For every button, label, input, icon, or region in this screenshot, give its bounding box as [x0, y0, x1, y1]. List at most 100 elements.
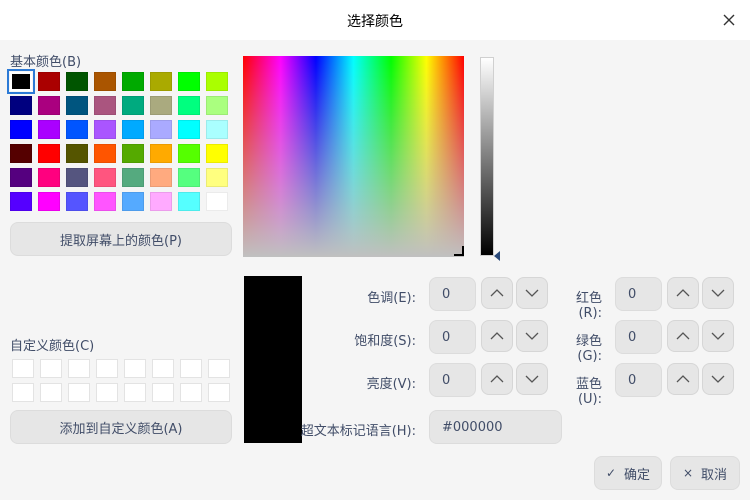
chevron-up-icon [676, 332, 690, 340]
blue-up-button[interactable] [667, 363, 699, 395]
basic-color-swatch[interactable] [178, 120, 200, 139]
basic-color-swatch[interactable] [10, 144, 32, 163]
add-custom-color-button[interactable]: 添加到自定义颜色(A) [10, 410, 232, 444]
custom-color-swatch[interactable] [208, 383, 230, 402]
custom-color-swatch[interactable] [208, 359, 230, 378]
basic-color-swatch[interactable] [10, 168, 32, 187]
basic-color-swatch[interactable] [10, 120, 32, 139]
basic-color-swatch[interactable] [66, 168, 88, 187]
basic-color-swatch[interactable] [150, 120, 172, 139]
basic-color-swatch[interactable] [94, 96, 116, 115]
basic-color-swatch[interactable] [150, 72, 172, 91]
basic-color-swatch[interactable] [178, 72, 200, 91]
basic-color-swatch[interactable] [66, 144, 88, 163]
basic-color-swatch[interactable] [66, 120, 88, 139]
close-button[interactable] [718, 9, 740, 31]
hue-input[interactable]: 0 [429, 277, 476, 311]
chevron-down-icon [711, 332, 725, 340]
basic-color-swatch[interactable] [206, 144, 228, 163]
close-icon [723, 14, 735, 26]
custom-color-swatch[interactable] [68, 359, 90, 378]
html-input[interactable]: #000000 [429, 410, 562, 444]
custom-color-swatch[interactable] [152, 383, 174, 402]
green-down-button[interactable] [702, 320, 734, 352]
custom-color-swatch[interactable] [124, 383, 146, 402]
html-label: 超文本标记语言(H): [300, 424, 416, 439]
custom-color-swatch[interactable] [68, 383, 90, 402]
basic-color-swatch[interactable] [38, 72, 60, 91]
basic-color-swatch[interactable] [178, 144, 200, 163]
custom-color-swatch[interactable] [12, 359, 34, 378]
red-down-button[interactable] [702, 277, 734, 309]
red-input[interactable]: 0 [615, 277, 662, 311]
basic-color-swatch[interactable] [94, 168, 116, 187]
cancel-button[interactable]: × 取消 [670, 456, 740, 490]
basic-color-swatch[interactable] [206, 120, 228, 139]
basic-color-swatch[interactable] [66, 72, 88, 91]
custom-color-swatch[interactable] [96, 383, 118, 402]
blue-input[interactable]: 0 [615, 363, 662, 397]
custom-color-swatch[interactable] [40, 359, 62, 378]
basic-color-swatch[interactable] [7, 69, 35, 94]
basic-color-swatch[interactable] [122, 144, 144, 163]
basic-color-swatch[interactable] [10, 96, 32, 115]
basic-color-swatch[interactable] [38, 192, 60, 211]
basic-color-swatch[interactable] [94, 144, 116, 163]
value-up-button[interactable] [481, 363, 513, 395]
ok-button[interactable]: ✓ 确定 [594, 456, 662, 490]
basic-color-swatch[interactable] [178, 168, 200, 187]
red-up-button[interactable] [667, 277, 699, 309]
basic-color-swatch[interactable] [66, 96, 88, 115]
green-up-button[interactable] [667, 320, 699, 352]
chevron-up-icon [676, 375, 690, 383]
blue-down-button[interactable] [702, 363, 734, 395]
luminance-slider[interactable] [480, 57, 494, 256]
luminance-arrow-icon[interactable] [494, 251, 500, 261]
basic-color-swatch[interactable] [38, 144, 60, 163]
color-spectrum[interactable] [243, 56, 464, 257]
green-input[interactable]: 0 [615, 320, 662, 354]
custom-color-swatch[interactable] [180, 383, 202, 402]
basic-color-swatch[interactable] [150, 192, 172, 211]
basic-color-swatch[interactable] [206, 192, 228, 211]
custom-color-swatch[interactable] [96, 359, 118, 378]
basic-color-swatch[interactable] [122, 96, 144, 115]
basic-color-swatch[interactable] [38, 96, 60, 115]
saturation-down-button[interactable] [516, 320, 548, 352]
custom-color-swatch[interactable] [40, 383, 62, 402]
basic-color-swatch[interactable] [10, 192, 32, 211]
saturation-input[interactable]: 0 [429, 320, 476, 354]
basic-color-swatch[interactable] [122, 72, 144, 91]
basic-color-swatch[interactable] [178, 96, 200, 115]
basic-color-swatch[interactable] [122, 120, 144, 139]
value-down-button[interactable] [516, 363, 548, 395]
basic-color-swatch[interactable] [206, 168, 228, 187]
cancel-label: 取消 [701, 467, 728, 483]
basic-color-swatch[interactable] [38, 120, 60, 139]
basic-color-swatch[interactable] [122, 192, 144, 211]
basic-color-swatch[interactable] [94, 120, 116, 139]
basic-color-swatch[interactable] [150, 168, 172, 187]
custom-colors-label: 自定义颜色(C) [10, 339, 95, 354]
basic-color-swatch[interactable] [178, 192, 200, 211]
basic-color-swatch[interactable] [94, 192, 116, 211]
hue-up-button[interactable] [481, 277, 513, 309]
basic-color-swatch[interactable] [150, 144, 172, 163]
custom-color-swatch[interactable] [12, 383, 34, 402]
spectrum-crosshair[interactable] [454, 246, 464, 256]
basic-color-swatch[interactable] [122, 168, 144, 187]
basic-color-swatch[interactable] [206, 72, 228, 91]
pick-screen-color-button[interactable]: 提取屏幕上的颜色(P) [10, 222, 232, 256]
saturation-up-button[interactable] [481, 320, 513, 352]
basic-color-swatch[interactable] [150, 96, 172, 115]
basic-color-swatch[interactable] [94, 72, 116, 91]
custom-color-swatch[interactable] [152, 359, 174, 378]
custom-color-swatch[interactable] [124, 359, 146, 378]
basic-color-swatch[interactable] [38, 168, 60, 187]
check-icon: ✓ [605, 466, 617, 480]
value-input[interactable]: 0 [429, 363, 476, 397]
custom-color-swatch[interactable] [180, 359, 202, 378]
hue-down-button[interactable] [516, 277, 548, 309]
basic-color-swatch[interactable] [206, 96, 228, 115]
basic-color-swatch[interactable] [66, 192, 88, 211]
